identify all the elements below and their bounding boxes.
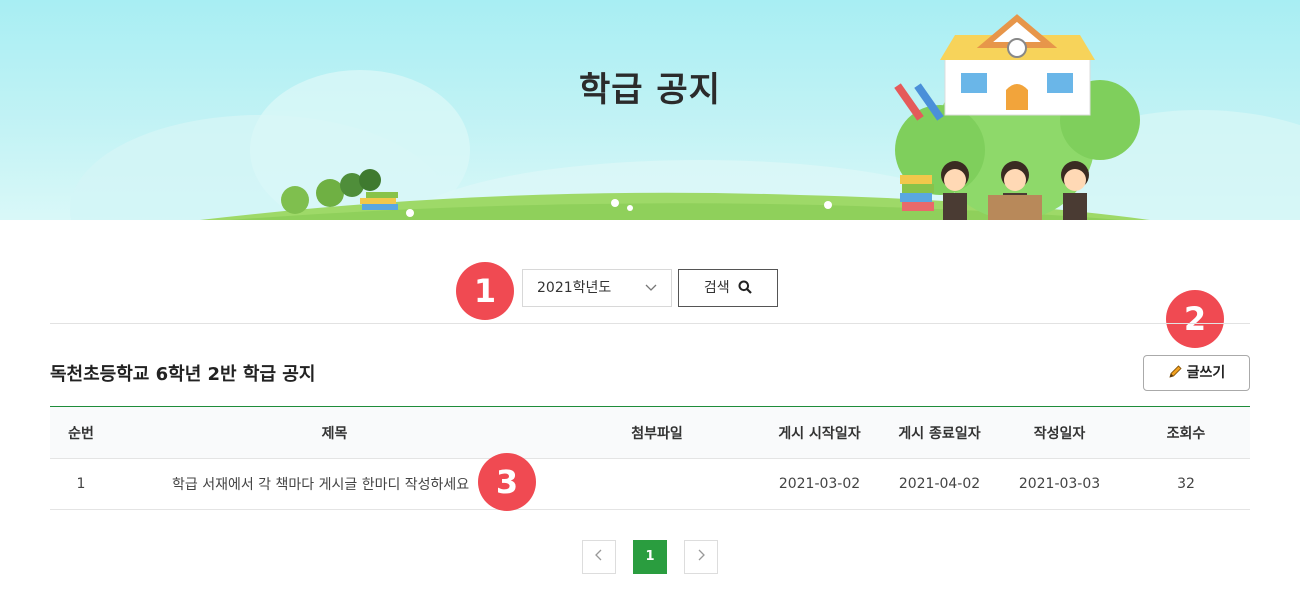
chevron-down-icon [645, 284, 657, 291]
chevron-left-icon [595, 549, 602, 561]
section-divider [50, 323, 1250, 324]
col-header-title: 제목 [112, 406, 557, 459]
cell-start-date: 2021-03-02 [757, 458, 882, 510]
chevron-right-icon [698, 549, 705, 561]
board-title: 독천초등학교 6학년 2반 학급 공지 [50, 364, 316, 385]
notice-table: 순번 제목 첨부파일 게시 시작일자 게시 종료일자 작성일자 조회수 1 학급… [50, 406, 1250, 510]
table-header-row: 순번 제목 첨부파일 게시 시작일자 게시 종료일자 작성일자 조회수 [50, 406, 1250, 459]
page-banner: 학급 공지 [0, 0, 1300, 220]
col-header-created-date: 작성일자 [997, 406, 1122, 459]
search-button-label: 검색 [703, 280, 730, 296]
year-select-value: 2021학년도 [537, 280, 612, 296]
write-button[interactable]: 글쓰기 [1143, 355, 1250, 391]
step-badge-2: 2 [1166, 290, 1224, 348]
step-badge-3: 3 [478, 453, 536, 511]
table-row[interactable]: 1 학급 서재에서 각 책마다 게시글 한마디 작성하세요 2021-03-02… [50, 458, 1250, 510]
year-select[interactable]: 2021학년도 [522, 269, 672, 307]
pencil-icon [1169, 365, 1182, 378]
page-button-current[interactable]: 1 [633, 540, 667, 574]
page-title: 학급 공지 [579, 70, 721, 110]
col-header-end-date: 게시 종료일자 [882, 406, 997, 459]
col-header-start-date: 게시 시작일자 [757, 406, 882, 459]
write-button-label: 글쓰기 [1186, 365, 1226, 381]
prev-page-button[interactable] [582, 540, 616, 574]
cell-no: 1 [50, 458, 112, 510]
step-badge-1: 1 [456, 262, 514, 320]
col-header-views: 조회수 [1122, 406, 1250, 459]
col-header-attachment: 첨부파일 [557, 406, 757, 459]
cell-attachment [557, 458, 757, 510]
cell-end-date: 2021-04-02 [882, 458, 997, 510]
col-header-no: 순번 [50, 406, 112, 459]
search-button[interactable]: 검색 [678, 269, 778, 307]
cell-created-date: 2021-03-03 [997, 458, 1122, 510]
next-page-button[interactable] [684, 540, 718, 574]
search-icon [738, 280, 752, 294]
cell-views: 32 [1122, 458, 1250, 510]
